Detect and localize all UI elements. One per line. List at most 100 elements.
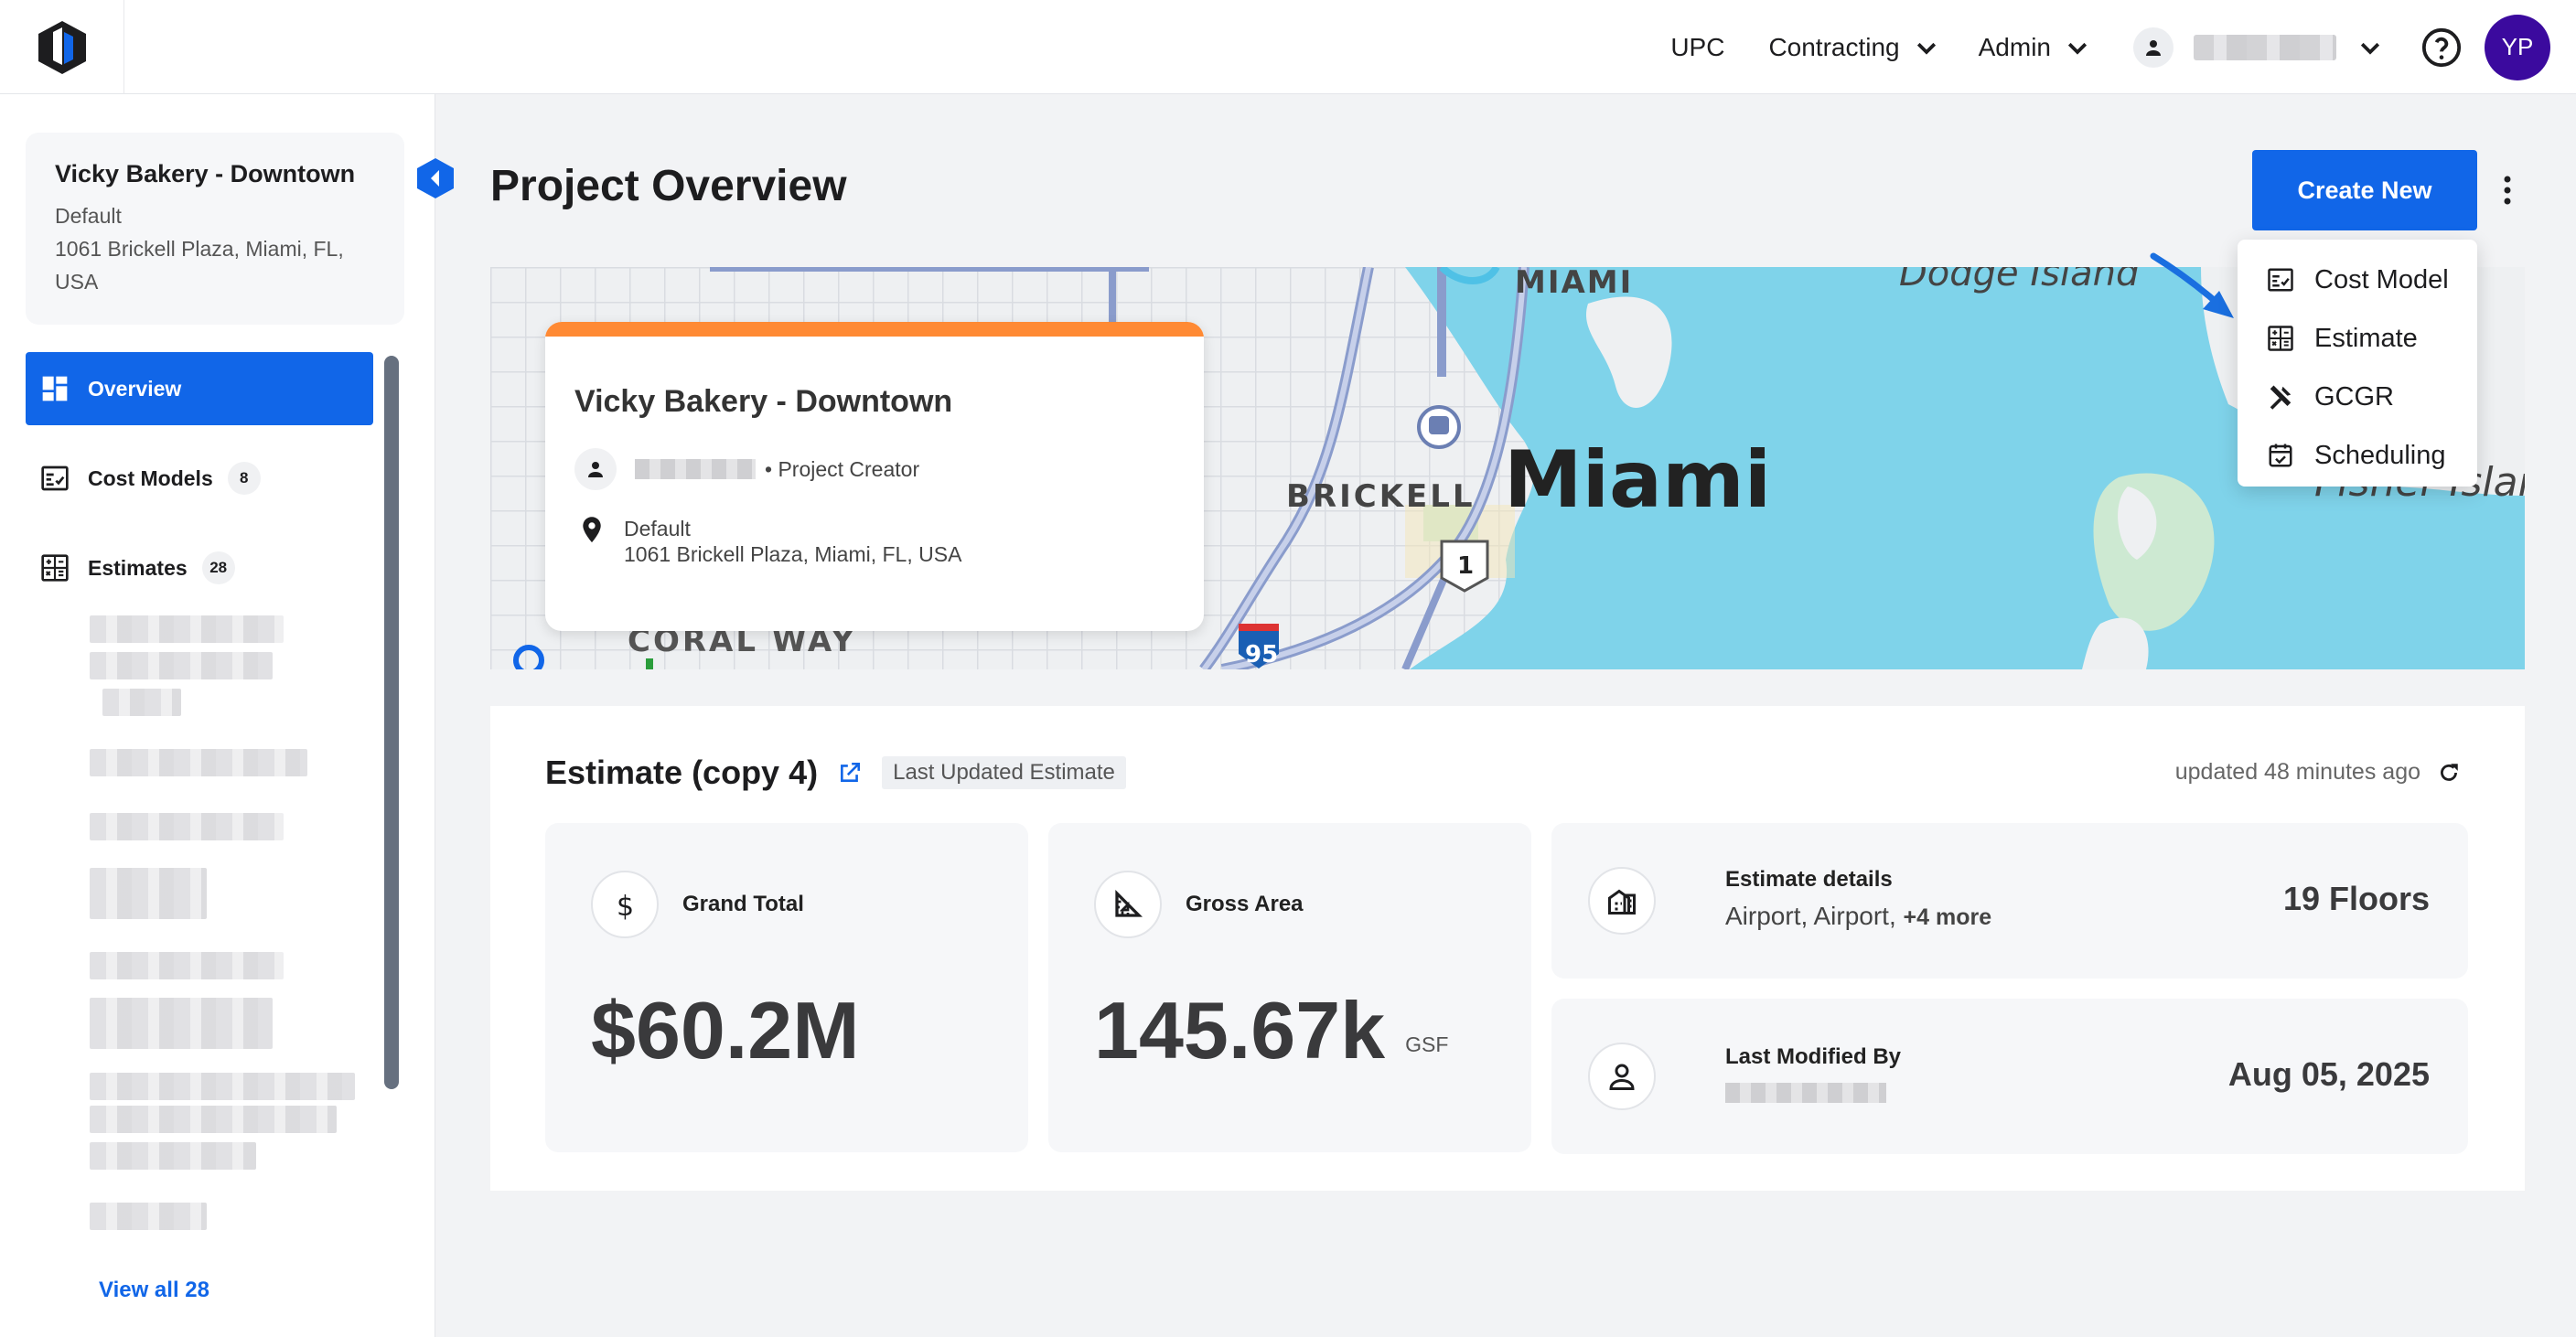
building-icon (1588, 867, 1656, 935)
sidebar-item-estimates[interactable]: Estimates 28 (26, 531, 373, 604)
gross-area-label: Gross Area (1186, 892, 1304, 916)
map-label-miami: Miami (1504, 434, 1771, 526)
list-item[interactable] (90, 1106, 337, 1133)
estimate-header: Estimate (copy 4) Last Updated Estimate (545, 754, 1126, 792)
sidebar-item-cost-models[interactable]: Cost Models 8 (26, 442, 373, 515)
menu-item-label: Scheduling (2314, 440, 2446, 470)
chevron-down-icon (2067, 42, 2088, 55)
estimate-icon (2268, 326, 2293, 351)
logo-icon (38, 20, 86, 74)
create-new-menu: Cost Model Estimate GCGR Scheduling (2238, 240, 2477, 487)
creator-role: • Project Creator (765, 456, 920, 481)
modifier-name-redacted (1725, 1083, 1886, 1103)
last-modified-label: Last Modified By (1725, 1044, 1902, 1069)
sidebar-item-label: Estimates (88, 555, 188, 580)
sidebar: Vicky Bakery - Downtown Default 1061 Bri… (0, 94, 454, 1337)
menu-item-gcgr[interactable]: GCGR (2238, 368, 2477, 426)
list-item[interactable] (90, 813, 284, 840)
avatar[interactable]: YP (2485, 14, 2550, 80)
location-category: Default (624, 517, 691, 540)
top-nav: UPC Contracting Admin YP (1670, 0, 2576, 94)
map-project-card: Vicky Bakery - Downtown • Project Creato… (545, 322, 1204, 631)
menu-item-label: GCGR (2314, 381, 2394, 412)
calendar-icon (2269, 444, 2292, 467)
list-item[interactable] (90, 1073, 355, 1100)
list-item[interactable] (102, 689, 181, 716)
user-icon (2133, 27, 2174, 68)
external-link-icon[interactable] (838, 761, 862, 785)
nav-upc-label: UPC (1670, 32, 1725, 61)
estimate-title[interactable]: Estimate (copy 4) (545, 754, 818, 792)
menu-item-label: Cost Model (2314, 264, 2449, 294)
sidebar-scrollbar[interactable] (384, 356, 399, 1089)
gross-area-unit: GSF (1405, 1032, 1449, 1056)
map-card-location: Default 1061 Brickell Plaza, Miami, FL, … (578, 516, 961, 567)
chevron-down-icon (2360, 42, 2380, 55)
tools-icon (2270, 385, 2292, 410)
person-outline-icon (1588, 1043, 1656, 1110)
list-item[interactable] (90, 868, 207, 919)
map-label-route-1: 1 (1457, 552, 1474, 580)
sidebar-item-overview[interactable]: Overview (26, 352, 373, 425)
grand-total-label: Grand Total (682, 892, 804, 916)
person-icon (574, 448, 617, 490)
logo[interactable] (0, 0, 124, 94)
create-new-button[interactable]: Create New (2252, 150, 2477, 230)
nav-admin[interactable]: Admin (1979, 33, 2091, 62)
list-item[interactable] (90, 998, 273, 1049)
sidebar-item-label: Cost Models (88, 465, 213, 490)
location-address: 1061 Brickell Plaza, Miami, FL, USA (624, 542, 962, 566)
list-item[interactable] (90, 615, 284, 643)
chevron-down-icon (1916, 42, 1936, 55)
count-badge: 28 (201, 551, 235, 584)
nav-upc[interactable]: UPC (1670, 33, 1724, 62)
last-modified-card: Last Modified By Aug 05, 2025 (1551, 999, 2468, 1154)
estimate-summary-panel: Estimate (copy 4) Last Updated Estimate … (490, 706, 2525, 1191)
map-label-miami-top: MIAMI (1515, 267, 1633, 301)
list-item[interactable] (90, 952, 284, 979)
updated-text: updated 48 minutes ago (2174, 759, 2420, 785)
menu-item-scheduling[interactable]: Scheduling (2238, 426, 2477, 485)
floors-value: 19 Floors (2282, 880, 2430, 917)
estimate-details-card: Estimate details Airport, Airport, +4 mo… (1551, 823, 2468, 979)
estimate-details-label: Estimate details (1725, 867, 1893, 892)
nav-contracting[interactable]: Contracting (1768, 33, 1939, 62)
count-badge: 8 (227, 462, 261, 495)
collapse-sidebar-button[interactable] (413, 156, 457, 200)
gross-area-value: 145.67k (1094, 985, 1386, 1075)
last-modified-date: Aug 05, 2025 (2227, 1055, 2430, 1093)
sidebar-nav: Overview Cost Models 8 Estimates 28 (26, 352, 373, 621)
help-icon (2421, 27, 2462, 67)
project-address: 1061 Brickell Plaza, Miami, FL, USA (55, 237, 344, 294)
map-card-project-name: Vicky Bakery - Downtown (574, 384, 953, 419)
details-more-link[interactable]: +4 more (1904, 904, 1992, 930)
list-item[interactable] (90, 1142, 256, 1170)
menu-item-cost-model[interactable]: Cost Model (2238, 251, 2477, 309)
dollar-icon: $ (591, 871, 659, 938)
dashboard-icon (42, 376, 68, 401)
help-button[interactable] (2420, 27, 2463, 69)
gross-area-card: Gross Area 145.67k GSF (1048, 823, 1531, 1152)
project-card: Vicky Bakery - Downtown Default 1061 Bri… (26, 133, 404, 325)
menu-item-estimate[interactable]: Estimate (2238, 309, 2477, 368)
nav-contracting-label: Contracting (1768, 32, 1900, 61)
user-menu[interactable] (2133, 27, 2384, 68)
list-item[interactable] (90, 652, 273, 679)
view-all-estimates-link[interactable]: View all 28 (99, 1278, 209, 1303)
map-label-route-95: 95 (1245, 641, 1278, 668)
user-name-redacted (2194, 34, 2336, 60)
list-item[interactable] (90, 749, 307, 776)
project-category: Default (55, 204, 122, 228)
cost-model-icon (41, 465, 69, 491)
map-label-brickell: BRICKELL (1286, 478, 1476, 515)
refresh-icon[interactable] (2437, 761, 2461, 785)
updated-info: updated 48 minutes ago (2175, 759, 2461, 786)
pointer-arrow-icon (2150, 252, 2234, 318)
last-updated-tag: Last Updated Estimate (882, 756, 1126, 789)
grand-total-card: $ Grand Total $60.2M (545, 823, 1028, 1152)
more-options-icon[interactable] (2496, 168, 2519, 212)
list-item[interactable] (90, 1203, 207, 1230)
location-pin-icon (583, 517, 601, 543)
project-name: Vicky Bakery - Downtown (55, 160, 356, 187)
estimates-list-redacted (90, 615, 364, 1230)
